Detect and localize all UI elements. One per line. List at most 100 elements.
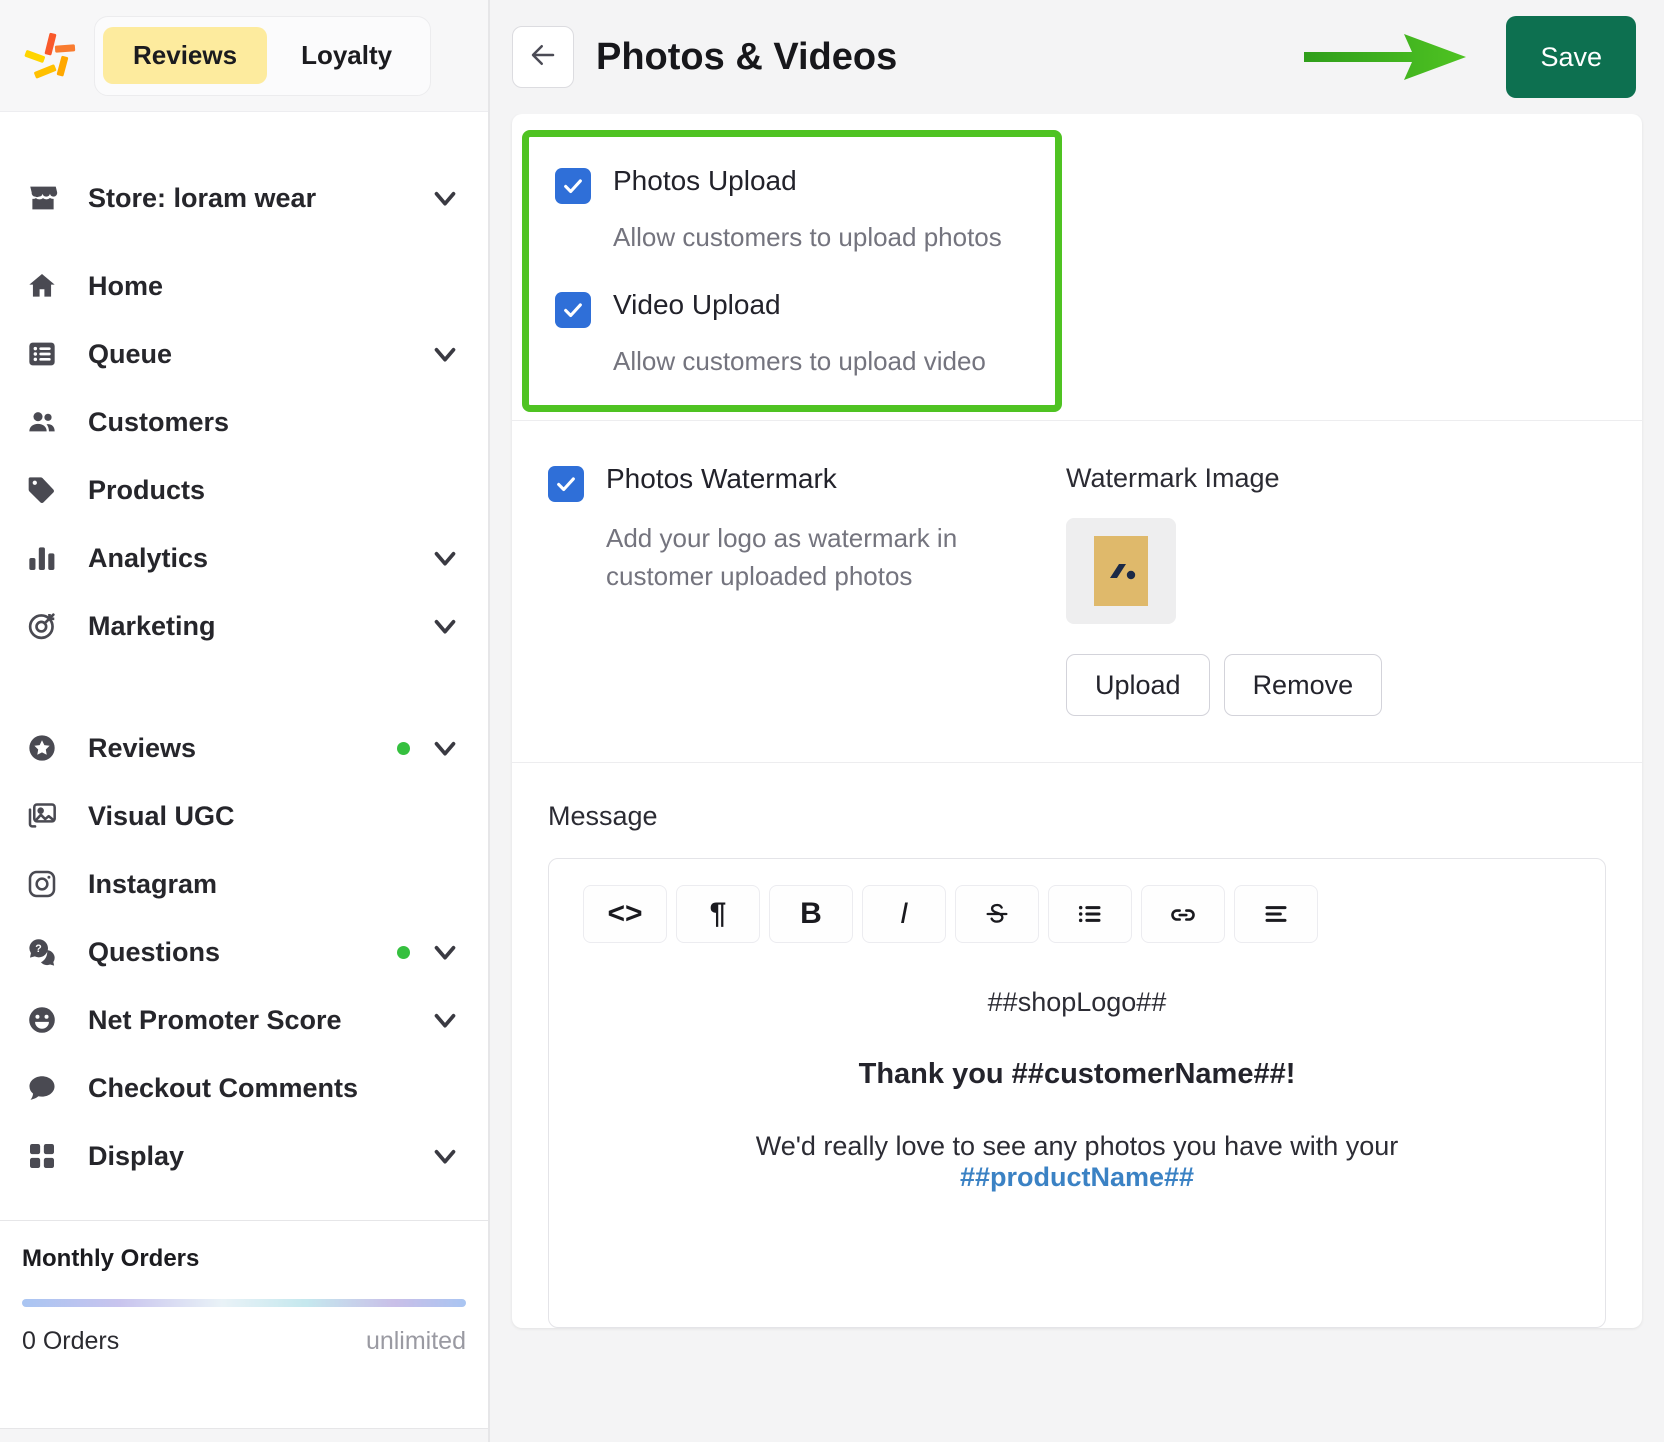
chevron-down-icon[interactable] [428, 337, 462, 371]
photos-watermark-checkbox[interactable] [548, 466, 584, 503]
message-section: Message <> ¶ B I ##shopLogo## Thank you … [512, 763, 1642, 1329]
sidebar-item-label: Home [88, 270, 164, 301]
message-body[interactable]: ##shopLogo## Thank you ##customerName##!… [549, 943, 1605, 1193]
sidebar-item-marketing[interactable]: Marketing [0, 592, 488, 660]
sidebar-item-label: Customers [88, 406, 230, 437]
status-dot [397, 945, 410, 959]
usage-title: Monthly Orders [22, 1245, 200, 1272]
home-icon [26, 270, 70, 302]
sidebar-item-visual-ugc[interactable]: Visual UGC [0, 782, 488, 850]
sidebar-item-queue[interactable]: Queue [0, 320, 488, 388]
tag-icon [26, 474, 70, 506]
nav-primary: Home Queue Customers Products Analytics [0, 252, 488, 660]
watermark-logo-icon [1094, 536, 1148, 607]
sidebar-item-checkout-comments[interactable]: Checkout Comments [0, 1054, 488, 1122]
nav-secondary: Reviews Visual UGC Instagram ? Questions [0, 714, 488, 1190]
editor-toolbar: <> ¶ B I [549, 859, 1605, 944]
sidebar-item-label: Marketing [88, 610, 216, 641]
chevron-down-icon[interactable] [428, 935, 462, 969]
watermark-actions: Upload Remove [1066, 654, 1383, 717]
sidebar-item-products[interactable]: Products [0, 456, 488, 524]
link-icon[interactable] [1141, 885, 1225, 944]
settings-content: Photos Upload Allow customers to upload … [490, 114, 1664, 1442]
app-root: Reviews Loyalty Store: loram wear Home Q… [0, 0, 1664, 1442]
list-icon [26, 338, 70, 370]
sidebar-item-label: Checkout Comments [88, 1072, 359, 1103]
nav-divider-space [0, 660, 488, 714]
sidebar-footer-strip [0, 1428, 488, 1442]
bullet-list-icon[interactable] [1048, 885, 1132, 944]
intro-line: We'd really love to see any photos you h… [609, 1131, 1545, 1193]
chevron-down-icon[interactable] [428, 541, 462, 575]
message-label: Message [548, 801, 658, 832]
usage-count: 0 Orders [22, 1327, 120, 1355]
images-icon [26, 800, 70, 832]
sidebar-item-analytics[interactable]: Analytics [0, 524, 488, 592]
instagram-icon [26, 868, 70, 900]
photos-upload-checkbox[interactable] [555, 168, 591, 204]
sidebar-item-label: Net Promoter Score [88, 1004, 342, 1035]
people-icon [26, 406, 70, 438]
arrow-left-icon [528, 40, 558, 75]
message-editor[interactable]: <> ¶ B I ##shopLogo## Thank you ##custom… [548, 858, 1606, 1329]
page-header: Photos & Videos Save [490, 0, 1664, 114]
watermark-thumbnail[interactable] [1066, 518, 1176, 625]
tab-reviews[interactable]: Reviews [103, 27, 268, 84]
sidebar-item-label: Products [88, 474, 206, 505]
store-label: Store: loram wear [88, 182, 317, 213]
chevron-down-icon[interactable] [428, 181, 462, 215]
video-upload-checkbox[interactable] [555, 292, 591, 329]
settings-card: Photos Upload Allow customers to upload … [512, 114, 1642, 1329]
setting-photos-upload: Photos Upload Allow customers to upload … [555, 165, 1029, 255]
sidebar-item-questions[interactable]: ? Questions [0, 918, 488, 986]
photos-upload-description: Allow customers to upload photos [613, 222, 1002, 252]
confetti-logo-icon [22, 28, 78, 84]
watermark-image-title: Watermark Image [1066, 463, 1280, 494]
photos-watermark-description: Add your logo as watermark in customer u… [606, 523, 958, 591]
code-glyph: <> [607, 897, 643, 931]
remove-button[interactable]: Remove [1223, 654, 1383, 717]
product-tab-switcher: Reviews Loyalty [94, 15, 432, 96]
paragraph-icon[interactable]: ¶ [676, 885, 760, 944]
sidebar-item-label: Instagram [88, 868, 218, 899]
italic-icon[interactable]: I [862, 885, 946, 944]
back-button[interactable] [512, 26, 574, 88]
comment-icon [26, 1072, 70, 1104]
sidebar-item-label: Visual UGC [88, 800, 235, 831]
shop-logo-token: ##shopLogo## [987, 987, 1167, 1018]
upload-button[interactable]: Upload [1066, 654, 1210, 717]
store-selector[interactable]: Store: loram wear [0, 144, 488, 252]
product-name-token[interactable]: ##productName## [960, 1162, 1194, 1192]
sidebar-item-instagram[interactable]: Instagram [0, 850, 488, 918]
video-upload-description: Allow customers to upload video [613, 346, 986, 377]
sidebar-item-label: Queue [88, 338, 173, 369]
align-icon[interactable] [1234, 885, 1318, 944]
sidebar-item-net-promoter-score[interactable]: Net Promoter Score [0, 986, 488, 1054]
sidebar-item-display[interactable]: Display [0, 1122, 488, 1190]
chevron-down-icon[interactable] [428, 1139, 462, 1173]
code-icon[interactable]: <> [583, 885, 667, 944]
italic-glyph: I [899, 897, 909, 931]
chevron-down-icon[interactable] [428, 731, 462, 765]
chevron-down-icon[interactable] [428, 1003, 462, 1037]
watermark-image-block: Watermark Image Upload Remove [1066, 463, 1383, 717]
tab-loyalty[interactable]: Loyalty [271, 27, 422, 84]
sidebar-item-home[interactable]: Home [0, 252, 488, 320]
sidebar-item-label: Reviews [88, 732, 197, 763]
bar-chart-icon [26, 542, 70, 574]
usage-progress-bar [22, 1299, 466, 1307]
usage-values: 0 Orders unlimited [22, 1327, 466, 1356]
sidebar: Reviews Loyalty Store: loram wear Home Q… [0, 0, 490, 1442]
sidebar-item-reviews[interactable]: Reviews [0, 714, 488, 782]
status-dot [397, 741, 410, 755]
greeting-line: Thank you ##customerName##! [858, 1058, 1296, 1091]
chevron-down-icon[interactable] [428, 609, 462, 643]
sidebar-item-customers[interactable]: Customers [0, 388, 488, 456]
bold-icon[interactable]: B [769, 885, 853, 944]
paragraph-glyph: ¶ [709, 897, 727, 931]
usage-limit: unlimited [365, 1327, 466, 1355]
svg-text:?: ? [35, 943, 42, 955]
photos-upload-label: Photos Upload [613, 165, 797, 196]
strikethrough-icon[interactable] [955, 885, 1039, 944]
save-button[interactable]: Save [1506, 16, 1636, 98]
